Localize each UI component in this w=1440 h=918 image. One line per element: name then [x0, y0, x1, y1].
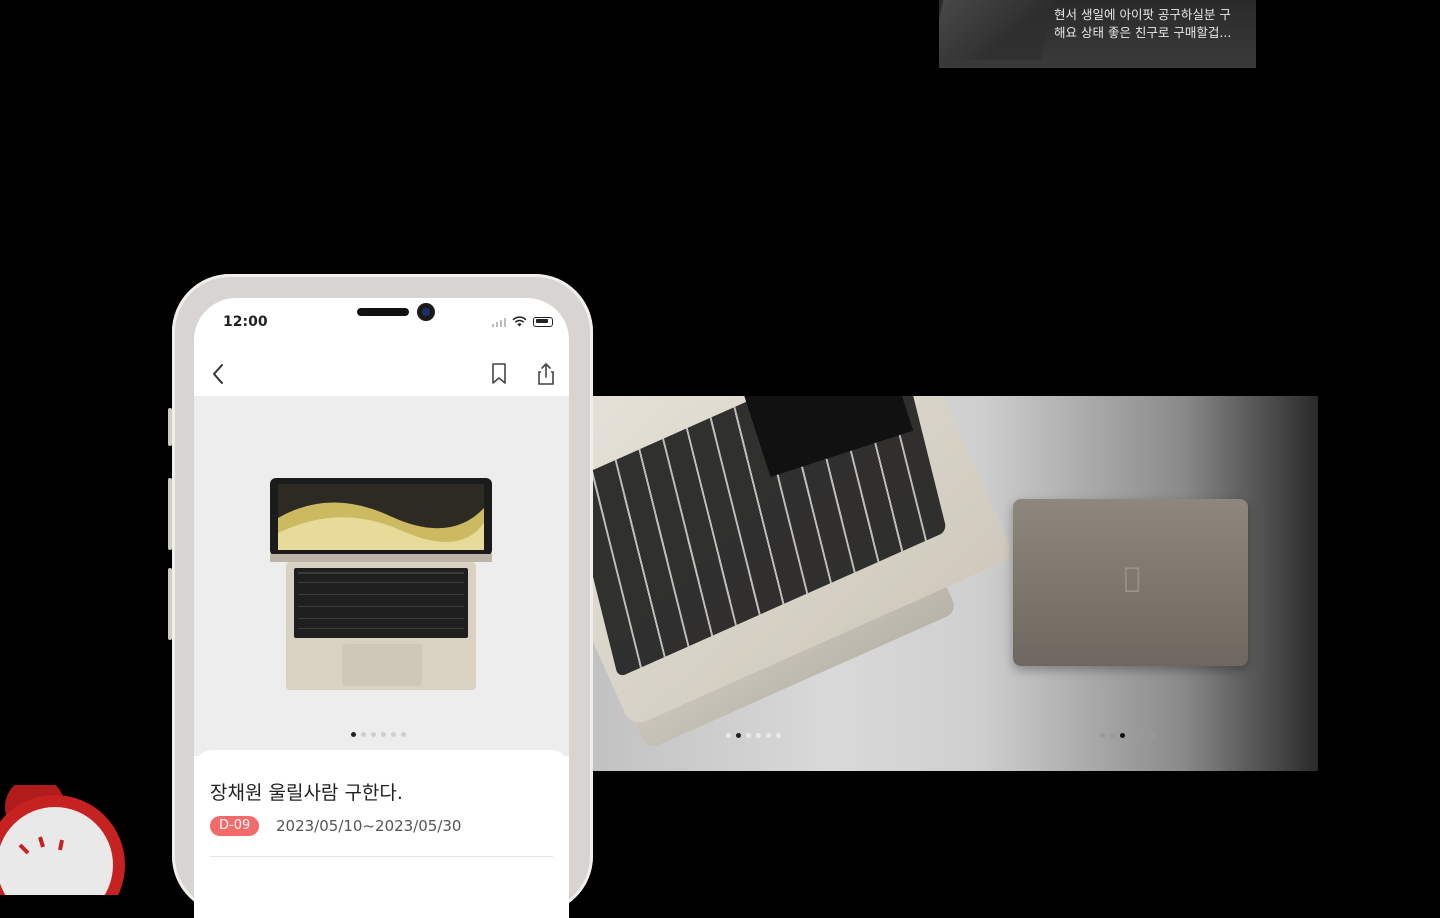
preview-card[interactable]: 현서 생일에 아이팟 공구하실분 구 해요 상태 좋은 친구로 구매할겁...	[939, 0, 1256, 68]
phone-side-button	[168, 408, 172, 446]
share-icon[interactable]	[533, 360, 559, 388]
page-dot[interactable]	[1110, 733, 1115, 738]
gallery-pagination[interactable]	[351, 732, 406, 737]
signal-icon	[492, 317, 506, 327]
back-chevron-icon[interactable]	[206, 360, 232, 388]
page-dot-active[interactable]	[1120, 733, 1125, 738]
preview-line-1: 현서 생일에 아이팟 공구하실분 구	[1054, 7, 1231, 22]
bookmark-icon[interactable]	[486, 360, 512, 388]
page-dot[interactable]	[371, 732, 376, 737]
page-dot[interactable]	[1150, 733, 1155, 738]
product-gallery[interactable]	[194, 396, 569, 756]
page-dot[interactable]	[391, 732, 396, 737]
banner-pagination-a[interactable]	[726, 733, 781, 738]
page-dot[interactable]	[756, 733, 761, 738]
apple-logo-icon: 	[1118, 561, 1146, 595]
dynamic-island	[357, 308, 409, 316]
alarm-clock-decoration	[0, 785, 125, 895]
divider	[210, 856, 553, 857]
date-range: 2023/05/10~2023/05/30	[276, 817, 462, 835]
status-time: 12:00	[223, 314, 268, 330]
top-nav	[194, 354, 569, 394]
page-dot-active[interactable]	[736, 733, 741, 738]
front-camera	[417, 303, 435, 321]
page-dot[interactable]	[1100, 733, 1105, 738]
phone-mockup: 12:00 장채원 울릴사람 구한다. D-09 2023/05/10~2023…	[168, 274, 593, 918]
listing-title: 장채원 울릴사람 구한다.	[210, 782, 403, 804]
listing-info-sheet: 장채원 울릴사람 구한다. D-09 2023/05/10~2023/05/30	[194, 750, 569, 918]
page-dot[interactable]	[726, 733, 731, 738]
preview-line-2: 해요 상태 좋은 친구로 구매할겁...	[1054, 25, 1232, 40]
page-dot-active[interactable]	[351, 732, 356, 737]
phone-screen: 12:00 장채원 울릴사람 구한다. D-09 2023/05/10~2023…	[194, 298, 569, 918]
preview-thumbnail	[939, 0, 1058, 60]
battery-icon	[533, 316, 553, 327]
wifi-icon	[512, 316, 527, 327]
status-icons	[492, 316, 553, 327]
phone-volume-up	[168, 478, 172, 550]
page-dot[interactable]	[381, 732, 386, 737]
page-dot[interactable]	[766, 733, 771, 738]
phone-volume-down	[168, 568, 172, 640]
laptop-product-image	[270, 478, 492, 690]
banner-pagination-b[interactable]	[1100, 733, 1155, 738]
page-dot[interactable]	[361, 732, 366, 737]
product-banner: 	[568, 396, 1318, 771]
page-dot[interactable]	[776, 733, 781, 738]
dday-badge: D-09	[210, 816, 260, 836]
page-dot[interactable]	[1130, 733, 1135, 738]
page-dot[interactable]	[746, 733, 751, 738]
page-dot[interactable]	[401, 732, 406, 737]
preview-text: 현서 생일에 아이팟 공구하실분 구 해요 상태 좋은 친구로 구매할겁...	[1054, 6, 1244, 42]
page-dot[interactable]	[1140, 733, 1145, 738]
